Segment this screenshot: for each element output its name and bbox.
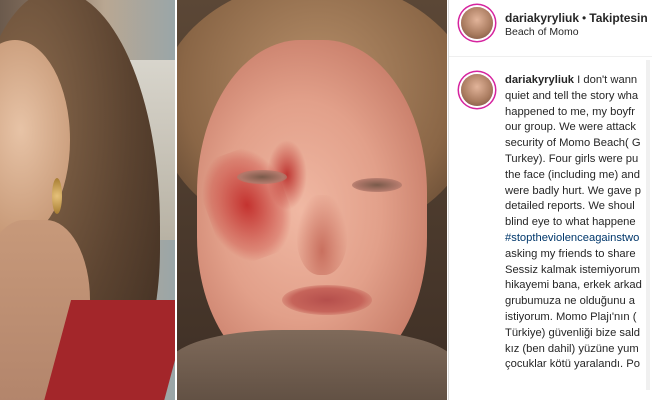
caption-text: I don't wann quiet and tell the story wh… — [505, 74, 641, 229]
hand — [177, 330, 447, 400]
avatar-icon[interactable] — [461, 7, 493, 39]
mouth — [282, 285, 372, 315]
hashtag-link[interactable]: #stoptheviolenceagainstwo — [505, 232, 639, 244]
photo-injured — [177, 0, 447, 400]
scrollbar[interactable] — [646, 60, 650, 390]
avatar-icon[interactable] — [461, 74, 493, 106]
earring — [52, 178, 62, 214]
username-link[interactable]: dariakyryliuk — [505, 11, 579, 25]
header-user-line: dariakyryliuk • Takiptesin — [505, 11, 648, 25]
separator-dot: • — [582, 11, 587, 25]
post-sidebar: dariakyryliuk • Takiptesin Beach of Momo d… — [448, 0, 652, 400]
photo-before — [0, 0, 175, 400]
eye — [352, 178, 402, 192]
eye — [237, 170, 287, 184]
location-link[interactable]: Beach of Momo — [505, 26, 579, 38]
caption-username-link[interactable]: dariakyryliuk — [505, 74, 574, 86]
post-header: dariakyryliuk • Takiptesin Beach of Momo — [449, 0, 652, 57]
caption-text: asking my friends to share Sessiz kalmak… — [505, 247, 642, 371]
post-caption: dariakyryliuk I don't wann quiet and tel… — [505, 73, 652, 373]
follow-status-button[interactable]: Takiptesin — [589, 11, 647, 25]
nose — [297, 195, 347, 275]
